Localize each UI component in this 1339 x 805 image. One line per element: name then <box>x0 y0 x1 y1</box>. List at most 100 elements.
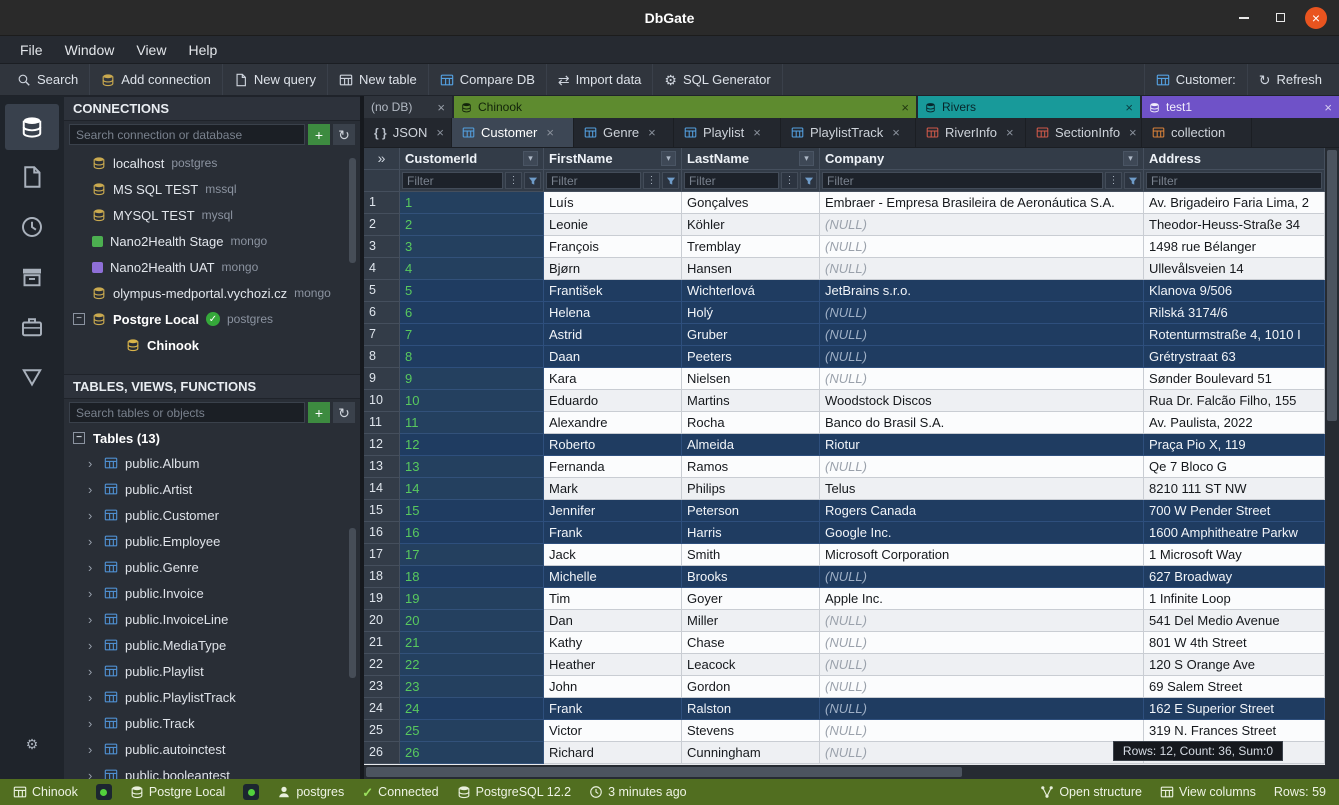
cell-address[interactable]: Sønder Boulevard 51 <box>1144 368 1325 390</box>
row-number-cell[interactable]: 9 <box>364 368 400 390</box>
table-row[interactable]: 2323JohnGordon(NULL)69 Salem Street <box>364 676 1325 698</box>
menu-window[interactable]: Window <box>55 39 125 61</box>
db-tab-rivers[interactable]: Rivers× <box>918 96 1140 118</box>
connections-search-input[interactable] <box>69 124 305 145</box>
cell-firstname[interactable]: František <box>544 280 682 302</box>
filter-input-customerid[interactable] <box>402 172 503 189</box>
tab-genre[interactable]: Genre× <box>574 118 674 147</box>
cell-customerid[interactable]: 5 <box>400 280 544 302</box>
table-row[interactable]: 1717JackSmithMicrosoft Corporation1 Micr… <box>364 544 1325 566</box>
cell-lastname[interactable]: Cunningham <box>682 742 820 764</box>
cell-firstname[interactable]: Alexandre <box>544 412 682 434</box>
cell-company[interactable]: (NULL) <box>820 302 1144 324</box>
table-row[interactable]: 2424FrankRalston(NULL)162 E Superior Str… <box>364 698 1325 720</box>
tab-riverinfo[interactable]: RiverInfo× <box>916 118 1026 147</box>
table-item-public-autoinctest[interactable]: ›public.autoinctest <box>64 736 360 762</box>
filter-menu-button[interactable]: ⋮ <box>505 172 522 189</box>
close-icon[interactable]: × <box>546 125 554 140</box>
cell-customerid[interactable]: 16 <box>400 522 544 544</box>
menu-help[interactable]: Help <box>178 39 227 61</box>
collapse-icon[interactable]: − <box>73 432 85 444</box>
cell-address[interactable]: 1498 rue Bélanger <box>1144 236 1325 258</box>
row-number-cell[interactable]: 26 <box>364 742 400 764</box>
toolbar-add-connection-button[interactable]: Add connection <box>90 64 223 95</box>
cell-address[interactable]: 120 S Orange Ave <box>1144 654 1325 676</box>
column-header-lastname[interactable]: LastName▾ <box>682 148 820 170</box>
row-number-cell[interactable]: 15 <box>364 500 400 522</box>
cell-lastname[interactable]: Köhler <box>682 214 820 236</box>
filter-input-company[interactable] <box>822 172 1103 189</box>
cell-customerid[interactable]: 21 <box>400 632 544 654</box>
connection-nano2health-uat[interactable]: Nano2Health UATmongo <box>64 254 360 280</box>
cell-firstname[interactable]: Tim <box>544 588 682 610</box>
grid-horizontal-scrollbar[interactable] <box>364 765 1325 779</box>
add-table-button[interactable]: + <box>308 402 330 423</box>
row-number-cell[interactable]: 13 <box>364 456 400 478</box>
cell-firstname[interactable]: Mark <box>544 478 682 500</box>
cell-lastname[interactable]: Smith <box>682 544 820 566</box>
close-icon[interactable]: × <box>648 125 656 140</box>
cell-lastname[interactable]: Peeters <box>682 346 820 368</box>
collapse-icon[interactable]: − <box>73 313 85 325</box>
cell-firstname[interactable]: François <box>544 236 682 258</box>
connection-ms-sql-test[interactable]: MS SQL TESTmssql <box>64 176 360 202</box>
tab-playlist[interactable]: Playlist× <box>674 118 781 147</box>
table-item-public-invoice[interactable]: ›public.Invoice <box>64 580 360 606</box>
cell-firstname[interactable]: John <box>544 676 682 698</box>
table-item-public-album[interactable]: ›public.Album <box>64 450 360 476</box>
cell-address[interactable]: 1 Infinite Loop <box>1144 588 1325 610</box>
row-number-cell[interactable]: 12 <box>364 434 400 456</box>
table-item-public-employee[interactable]: ›public.Employee <box>64 528 360 554</box>
cell-firstname[interactable]: Eduardo <box>544 390 682 412</box>
table-row[interactable]: 99KaraNielsen(NULL)Sønder Boulevard 51 <box>364 368 1325 390</box>
filter-funnel-button[interactable] <box>524 172 541 189</box>
cell-company[interactable]: (NULL) <box>820 368 1144 390</box>
cell-lastname[interactable]: Rocha <box>682 412 820 434</box>
cell-customerid[interactable]: 25 <box>400 720 544 742</box>
cell-company[interactable]: Google Inc. <box>820 522 1144 544</box>
cell-customerid[interactable]: 8 <box>400 346 544 368</box>
toolbar-search-button[interactable]: Search <box>6 64 90 95</box>
row-number-cell[interactable]: 2 <box>364 214 400 236</box>
tab-json[interactable]: { }JSON× <box>364 118 452 147</box>
cell-address[interactable]: 541 Del Medio Avenue <box>1144 610 1325 632</box>
column-header-firstname[interactable]: FirstName▾ <box>544 148 682 170</box>
grid-vertical-scrollbar[interactable] <box>1325 148 1339 765</box>
cell-firstname[interactable]: Jack <box>544 544 682 566</box>
cell-lastname[interactable]: Leacock <box>682 654 820 676</box>
table-row[interactable]: 1414MarkPhilipsTelus8210 111 ST NW <box>364 478 1325 500</box>
table-row[interactable]: 1616FrankHarrisGoogle Inc.1600 Amphithea… <box>364 522 1325 544</box>
maximize-button[interactable] <box>1269 7 1291 29</box>
cell-firstname[interactable]: Helena <box>544 302 682 324</box>
sidebar-archive-button[interactable] <box>5 254 59 300</box>
cell-customerid[interactable]: 9 <box>400 368 544 390</box>
status-postgre-local[interactable]: Postgre Local <box>121 779 234 805</box>
cell-company[interactable]: (NULL) <box>820 720 1144 742</box>
chevron-right-icon[interactable]: › <box>88 560 97 575</box>
table-row[interactable]: 1010EduardoMartinsWoodstock DiscosRua Dr… <box>364 390 1325 412</box>
cell-customerid[interactable]: 17 <box>400 544 544 566</box>
filter-input-firstname[interactable] <box>546 172 641 189</box>
cell-address[interactable]: Ullevålsveien 14 <box>1144 258 1325 280</box>
cell-firstname[interactable]: Richard <box>544 742 682 764</box>
sidebar-history-button[interactable] <box>5 204 59 250</box>
toolbar-compare-db-button[interactable]: Compare DB <box>429 64 547 95</box>
cell-company[interactable]: Banco do Brasil S.A. <box>820 412 1144 434</box>
connection-mysql-test[interactable]: MYSQL TESTmysql <box>64 202 360 228</box>
cell-lastname[interactable]: Goyer <box>682 588 820 610</box>
cell-company[interactable]: (NULL) <box>820 214 1144 236</box>
row-number-cell[interactable]: 8 <box>364 346 400 368</box>
expand-all-button[interactable]: » <box>364 148 400 170</box>
cell-company[interactable]: (NULL) <box>820 236 1144 258</box>
cell-company[interactable]: (NULL) <box>820 676 1144 698</box>
tab-sectioninfo[interactable]: SectionInfo× <box>1026 118 1142 147</box>
cell-lastname[interactable]: Tremblay <box>682 236 820 258</box>
cell-customerid[interactable]: 1 <box>400 192 544 214</box>
cell-company[interactable]: Woodstock Discos <box>820 390 1144 412</box>
chevron-right-icon[interactable]: › <box>88 690 97 705</box>
row-number-cell[interactable]: 17 <box>364 544 400 566</box>
cell-address[interactable]: Theodor-Heuss-Straße 34 <box>1144 214 1325 236</box>
connections-scrollbar[interactable] <box>349 158 356 263</box>
table-item-public-mediatype[interactable]: ›public.MediaType <box>64 632 360 658</box>
table-row[interactable]: 1313FernandaRamos(NULL)Qe 7 Bloco G <box>364 456 1325 478</box>
